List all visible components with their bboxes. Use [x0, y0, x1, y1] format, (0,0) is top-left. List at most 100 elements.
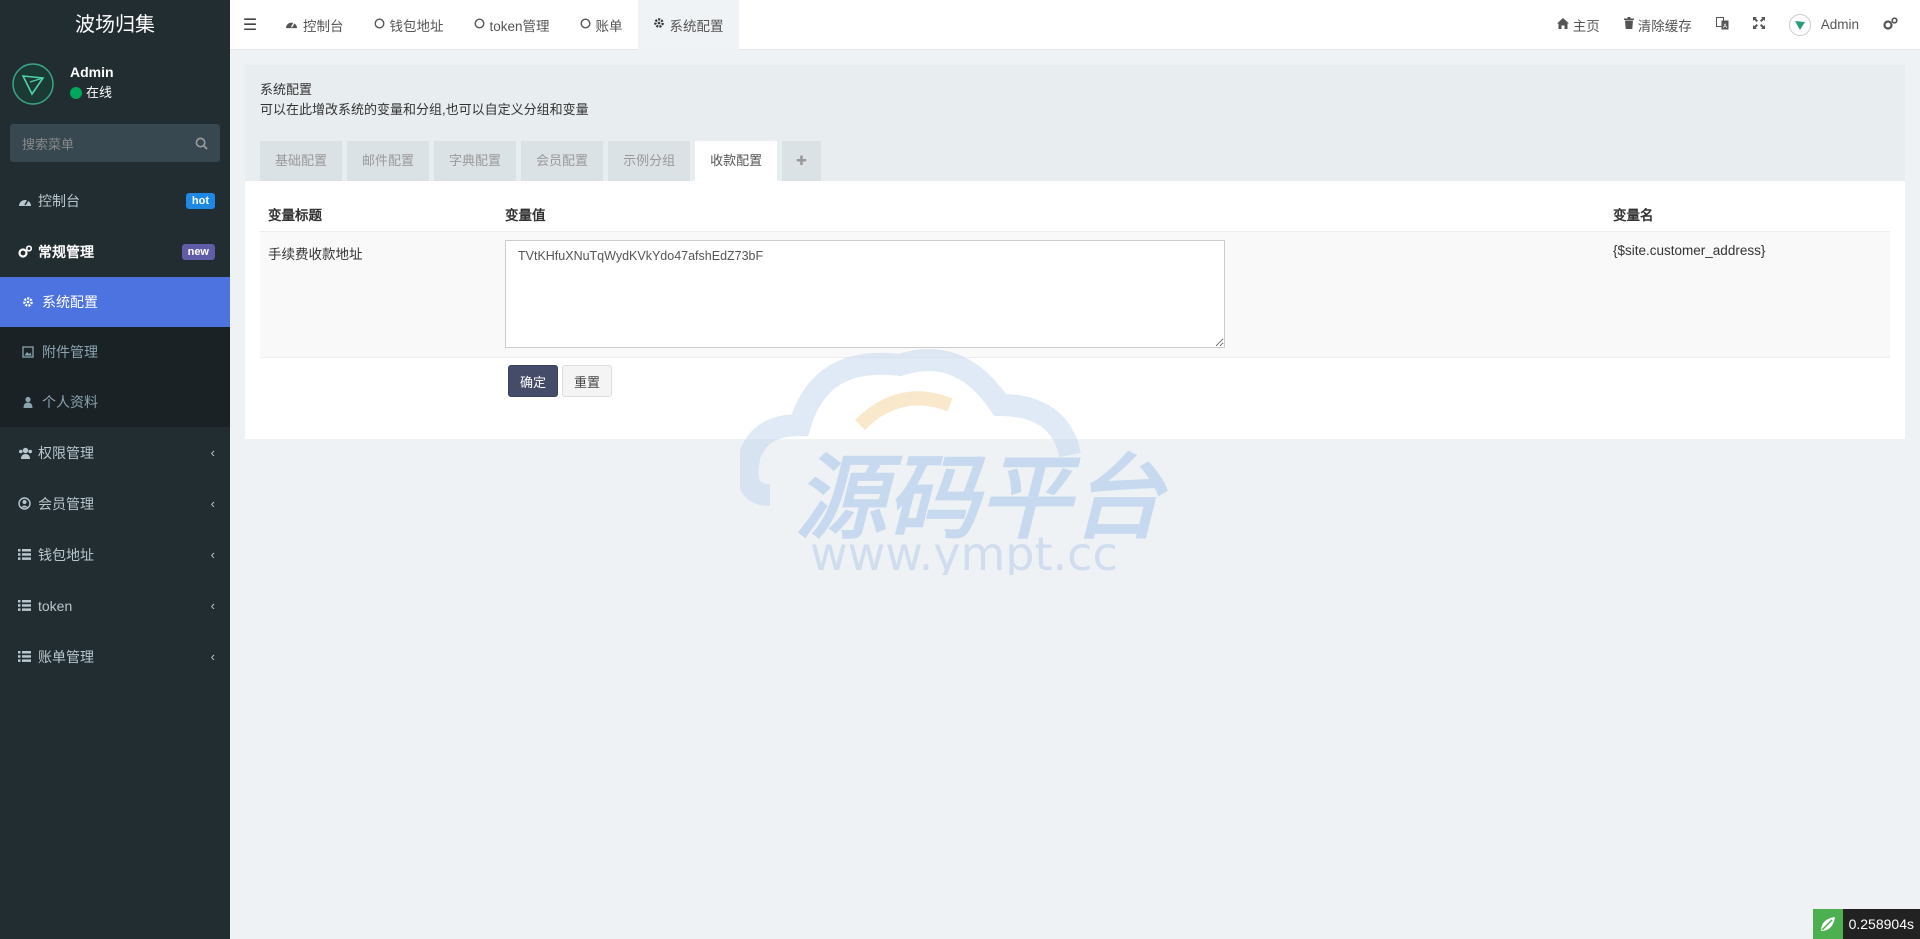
avatar — [12, 63, 54, 108]
sidebar-item-bills[interactable]: 账单管理 ‹ — [0, 631, 230, 682]
config-table: 变量标题 变量值 变量名 手续费收款地址 TVtKHfuXNuTqWydKVkY… — [260, 196, 1890, 358]
settings-button[interactable] — [1871, 0, 1910, 50]
row-title: 手续费收款地址 — [268, 247, 363, 262]
sidebar: 波场归集 Admin 在线 搜索菜单 控制台 hot 常规管理 new 系统配置… — [0, 0, 230, 939]
gears-icon — [1883, 16, 1898, 33]
gear-icon — [653, 17, 665, 32]
watermark-url: www.ympt.cc — [810, 527, 1118, 575]
top-navbar: ☰ 控制台 钱包地址 token管理 账单 系统配置 主页 清除缓存 A Adm… — [230, 0, 1920, 50]
chevron-left-icon: ‹ — [210, 649, 215, 664]
user-status-label: 在线 — [86, 85, 113, 100]
tab-label: 钱包地址 — [389, 18, 444, 34]
user-menu-label: Admin — [1820, 17, 1859, 32]
tab-dashboard[interactable]: 控制台 — [270, 0, 359, 50]
list-icon — [18, 600, 38, 611]
tab-member-config[interactable]: 会员配置 — [521, 141, 604, 181]
home-icon — [1556, 17, 1569, 32]
home-link[interactable]: 主页 — [1545, 0, 1612, 50]
sidebar-item-label: 附件管理 — [42, 344, 98, 360]
users-icon — [18, 447, 38, 459]
search-input[interactable]: 搜索菜单 — [22, 134, 195, 153]
customer-address-field[interactable]: TVtKHfuXNuTqWydKVkYdo47afshEdZ73bF — [505, 240, 1225, 348]
gears-icon — [18, 245, 38, 258]
row-variable-name: {$site.customer_address} — [1613, 243, 1766, 258]
user-icon — [22, 396, 42, 408]
sidebar-item-permissions[interactable]: 权限管理 ‹ — [0, 427, 230, 478]
sidebar-item-label: token — [38, 597, 73, 614]
circle-icon — [580, 17, 591, 32]
menu-toggle-icon[interactable]: ☰ — [230, 0, 270, 50]
tab-bills[interactable]: 账单 — [565, 0, 638, 50]
header-value: 变量值 — [505, 207, 546, 223]
tab-dictionary-config[interactable]: 字典配置 — [434, 141, 517, 181]
table-row: 手续费收款地址 TVtKHfuXNuTqWydKVkYdo47afshEdZ73… — [260, 232, 1890, 358]
sidebar-item-label: 个人资料 — [42, 394, 98, 410]
online-dot-icon — [70, 87, 82, 99]
tab-wallets[interactable]: 钱包地址 — [359, 0, 459, 50]
panel-heading: 系统配置 可以在此增改系统的变量和分组,也可以自定义分组和变量 基础配置 邮件配… — [245, 65, 1905, 181]
fullscreen-button[interactable] — [1741, 0, 1777, 50]
sidebar-item-general[interactable]: 常规管理 new — [0, 226, 230, 277]
tab-system-config[interactable]: 系统配置 — [637, 0, 739, 50]
sidebar-search[interactable]: 搜索菜单 — [10, 124, 220, 162]
sidebar-item-attachments[interactable]: 附件管理 — [0, 327, 230, 377]
chevron-left-icon: ‹ — [210, 547, 215, 562]
hot-badge: hot — [185, 192, 215, 209]
sidebar-item-wallets[interactable]: 钱包地址 ‹ — [0, 529, 230, 580]
add-group-button[interactable]: ✚ — [782, 141, 821, 181]
sidebar-item-label: 权限管理 — [38, 444, 94, 461]
expand-icon — [1752, 17, 1765, 32]
watermark-text: 源码平台 — [795, 445, 1168, 552]
search-icon[interactable] — [195, 137, 208, 150]
avatar — [1788, 13, 1811, 36]
sidebar-item-system-config[interactable]: 系统配置 — [0, 277, 230, 327]
form-actions: 确定 重置 — [508, 365, 613, 397]
header-name: 变量名 — [1613, 207, 1654, 223]
tab-payment-config[interactable]: 收款配置 — [695, 141, 778, 181]
tron-logo-icon — [12, 63, 54, 105]
tab-example-group[interactable]: 示例分组 — [608, 141, 691, 181]
clear-cache-button[interactable]: 清除缓存 — [1612, 0, 1704, 50]
clear-cache-label: 清除缓存 — [1637, 18, 1692, 34]
sidebar-item-label: 控制台 — [38, 192, 80, 209]
tab-label: 控制台 — [303, 18, 344, 34]
chevron-left-icon: ‹ — [210, 445, 215, 460]
image-icon — [22, 346, 42, 358]
sidebar-item-members[interactable]: 会员管理 ‹ — [0, 478, 230, 529]
panel-description: 可以在此增改系统的变量和分组,也可以自定义分组和变量 — [260, 102, 589, 117]
plus-icon: ✚ — [796, 153, 807, 168]
tab-token[interactable]: token管理 — [459, 0, 565, 50]
sidebar-item-token[interactable]: token ‹ — [0, 580, 230, 631]
tab-basic-config[interactable]: 基础配置 — [260, 141, 343, 181]
new-badge: new — [181, 243, 215, 260]
user-menu[interactable]: Admin — [1777, 0, 1871, 50]
row-value-cell: TVtKHfuXNuTqWydKVkYdo47afshEdZ73bF — [505, 232, 1613, 351]
list-icon — [18, 651, 38, 662]
header-title: 变量标题 — [268, 207, 322, 223]
app-logo[interactable]: 波场归集 — [0, 0, 230, 50]
page-timer: 0.258904s — [1812, 909, 1920, 939]
config-panel: 系统配置 可以在此增改系统的变量和分组,也可以自定义分组和变量 基础配置 邮件配… — [245, 65, 1905, 439]
reset-button[interactable]: 重置 — [562, 365, 613, 397]
sidebar-item-profile[interactable]: 个人资料 — [0, 377, 230, 427]
panel-title: 系统配置 — [260, 82, 313, 97]
sidebar-item-label: 账单管理 — [38, 648, 94, 665]
dashboard-icon — [18, 195, 38, 207]
tab-label: 账单 — [595, 18, 623, 34]
sidebar-item-dashboard[interactable]: 控制台 hot — [0, 175, 230, 226]
user-name: Admin — [70, 64, 114, 80]
sidebar-item-label: 会员管理 — [38, 495, 94, 512]
table-header: 变量标题 变量值 变量名 — [260, 196, 1890, 232]
tab-label: token管理 — [489, 18, 550, 34]
home-label: 主页 — [1572, 18, 1600, 34]
config-tabs: 基础配置 邮件配置 字典配置 会员配置 示例分组 收款配置 ✚ — [260, 141, 821, 181]
dashboard-icon — [285, 17, 298, 32]
circle-icon — [473, 17, 485, 32]
confirm-button[interactable]: 确定 — [508, 365, 559, 397]
sidebar-item-label: 常规管理 — [38, 243, 94, 260]
sidebar-submenu: 系统配置 附件管理 个人资料 — [0, 277, 230, 427]
language-button[interactable]: A — [1704, 0, 1741, 50]
sidebar-item-label: 系统配置 — [42, 294, 98, 310]
circle-icon — [373, 17, 385, 32]
tab-email-config[interactable]: 邮件配置 — [347, 141, 430, 181]
